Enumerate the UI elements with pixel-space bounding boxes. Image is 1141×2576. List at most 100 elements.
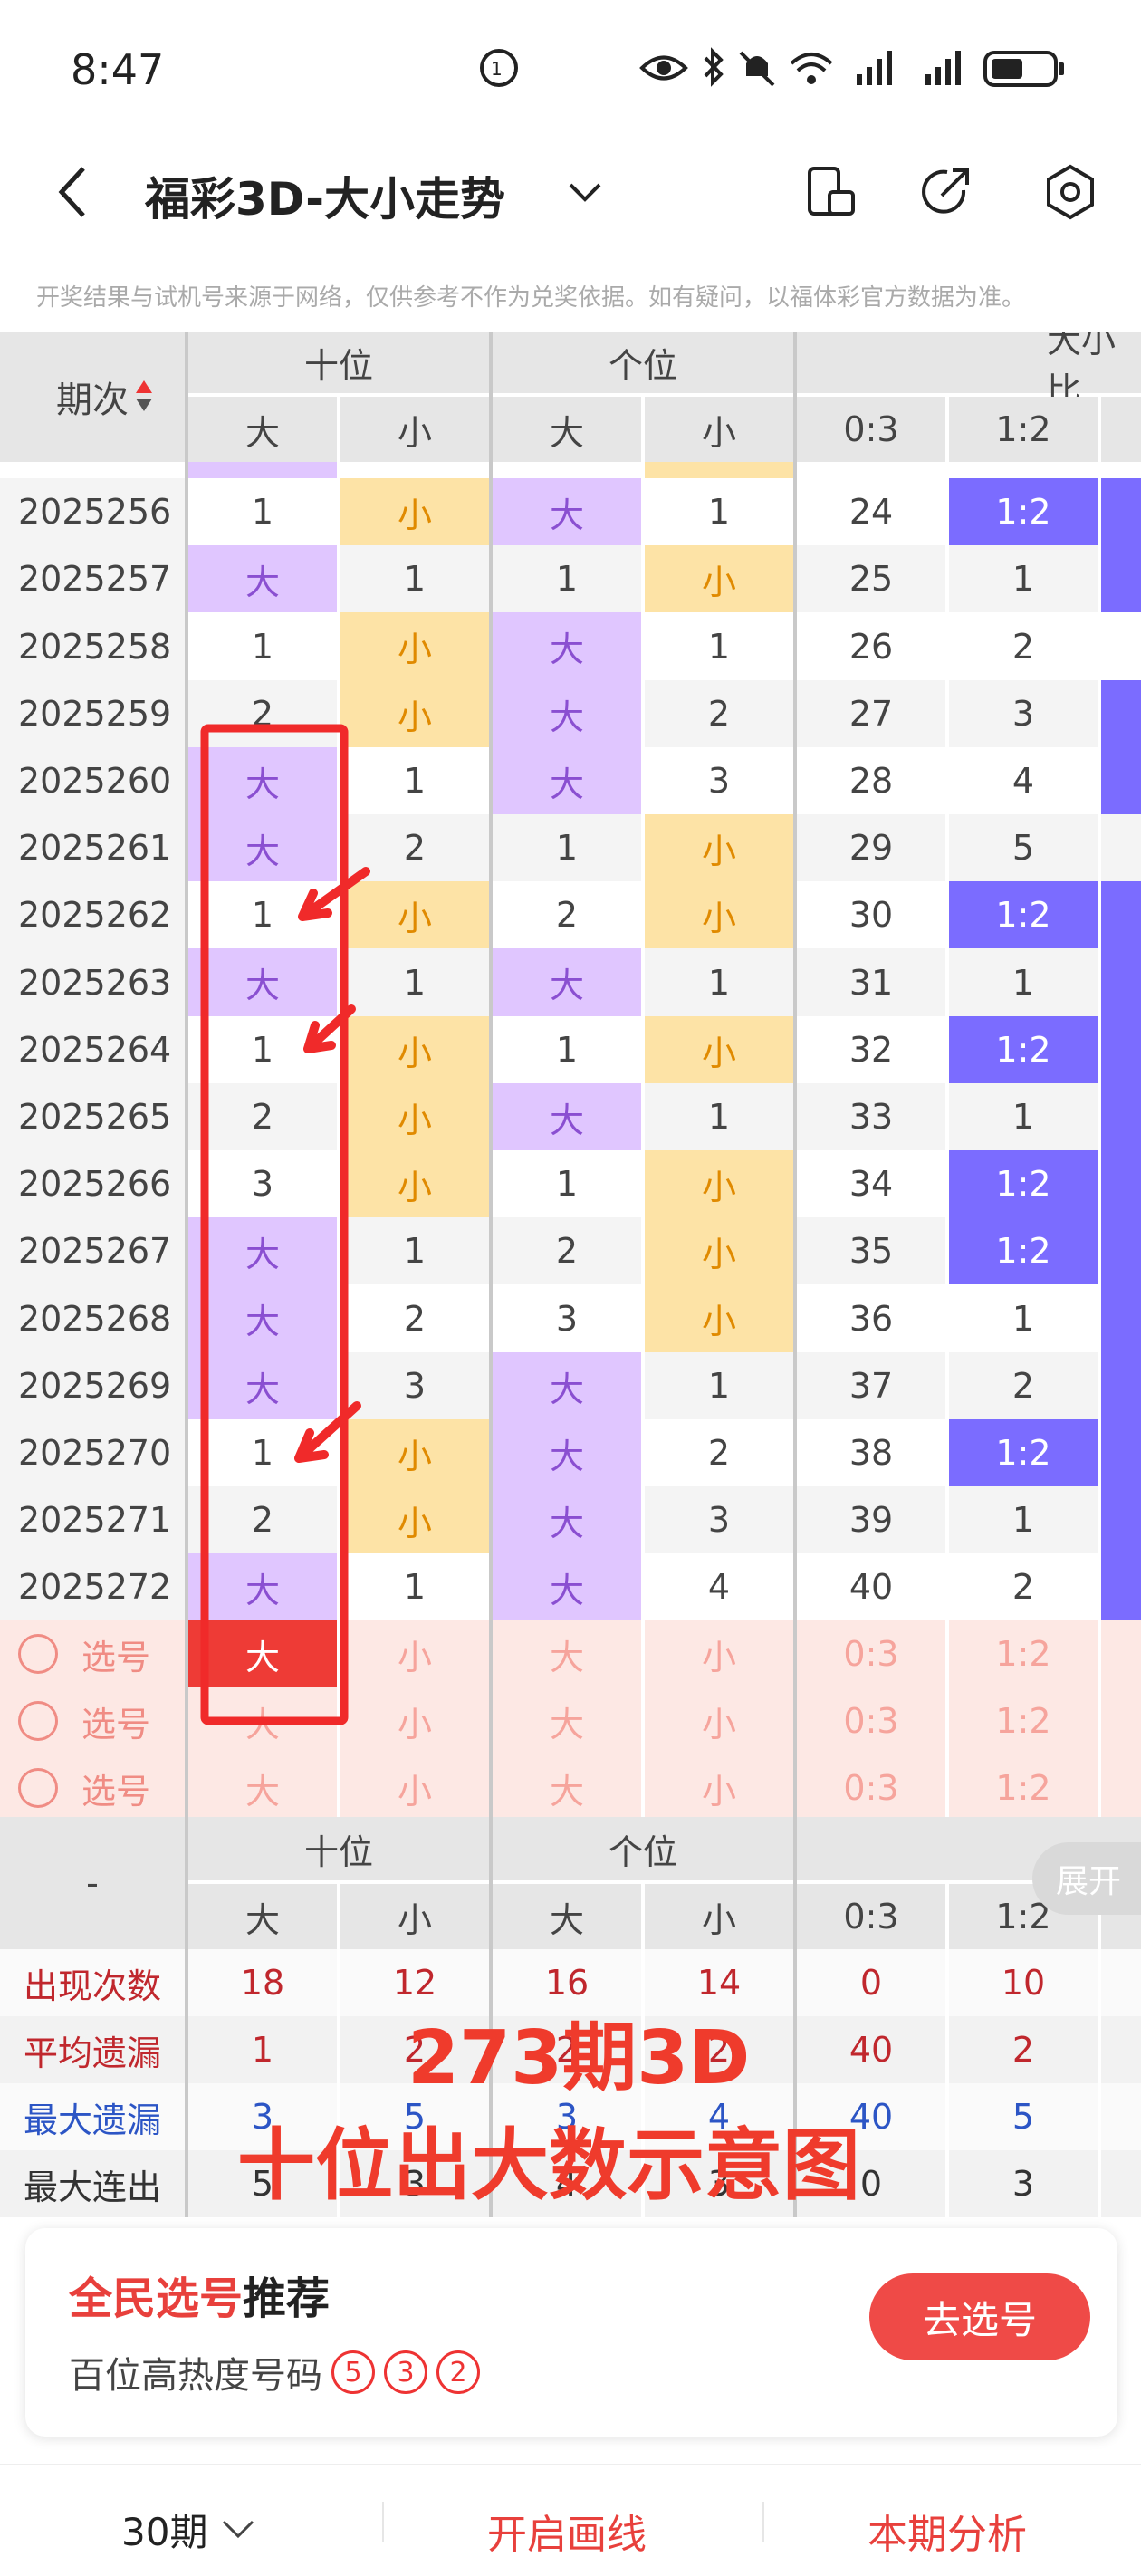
period-cell: 2025264 [0, 1016, 185, 1083]
pick-option[interactable]: 1:2 [949, 1620, 1098, 1687]
table-cell: 28 [797, 747, 945, 814]
hot-number: 2 [436, 2350, 480, 2394]
table-cell: 1:2 [949, 1150, 1098, 1217]
disclaimer-text: 开奖结果与试机号来源于网络，仅供参考不作为兑奖依据。如有疑问，以福体彩官方数据为… [36, 284, 1026, 312]
table-cell: 2 [340, 1284, 489, 1352]
promo-card: 全民选号推荐 百位高热度号码 5 3 2 去选号 [25, 2228, 1117, 2437]
pick-option[interactable]: 大 [493, 1754, 641, 1817]
table-cell: 3 [188, 1150, 337, 1217]
table-cell: 大 [493, 612, 641, 680]
pick-option[interactable]: 小 [645, 1687, 793, 1754]
radio-circle-icon[interactable] [18, 1768, 58, 1808]
table-cell: 27 [797, 680, 945, 747]
pick-option[interactable] [1101, 1687, 1141, 1754]
draw-lines-button[interactable]: 开启画线 [487, 2502, 647, 2560]
table-cell: 大 [493, 680, 641, 747]
table-cell: 大 [493, 478, 641, 545]
period-select[interactable]: 30期 [121, 2502, 256, 2557]
sort-icon[interactable] [134, 377, 154, 415]
table-cell: 小 [340, 612, 489, 680]
pick-option[interactable]: 小 [645, 1754, 793, 1817]
table-cell [1101, 881, 1141, 948]
page-title[interactable]: 福彩3D-大小走势 [145, 163, 505, 228]
table-cell: 大 [493, 1419, 641, 1486]
table-cell: 2 [493, 881, 641, 948]
period-cell: 2025258 [0, 612, 185, 680]
stats-value: 1 [188, 2016, 337, 2083]
table-cell: 大 [188, 1217, 337, 1284]
table-cell [188, 462, 337, 478]
stats-value: 18 [188, 1949, 337, 2016]
expand-button[interactable]: 展开 [1032, 1842, 1141, 1915]
period-analysis-button[interactable]: 本期分析 [868, 2502, 1027, 2560]
pick-option[interactable]: 小 [340, 1687, 489, 1754]
column-header: 0:3 [797, 1884, 945, 1949]
wifi-icon [790, 53, 833, 84]
radio-circle-icon[interactable] [18, 1634, 58, 1674]
stats-value: 0 [797, 1949, 945, 2016]
pick-option[interactable]: 0:3 [797, 1687, 945, 1754]
portrait-mode-icon[interactable] [804, 165, 858, 219]
trend-table[interactable]: 期次 十位 个位 大小比大小大小 0:3 1:2 2025256 1 小大 1 24 1:2 20252… [0, 332, 1141, 1817]
period-cell: 2025268 [0, 1284, 185, 1352]
svg-text:1: 1 [491, 58, 503, 80]
stats-value: 10 [949, 1949, 1098, 2016]
table-cell [1101, 612, 1141, 680]
pick-option[interactable]: 大 [188, 1620, 337, 1687]
pick-option[interactable]: 小 [340, 1754, 489, 1817]
pick-row-label[interactable]: 选号 [0, 1754, 185, 1817]
table-cell: 33 [797, 1083, 945, 1150]
pick-option[interactable]: 小 [645, 1620, 793, 1687]
mute-bell-icon [739, 51, 775, 87]
period-cell: 2025272 [0, 1553, 185, 1620]
settings-icon[interactable] [1041, 163, 1099, 221]
table-cell: 1:2 [949, 1016, 1098, 1083]
pick-option[interactable] [1101, 1620, 1141, 1687]
period-cell: 2025260 [0, 747, 185, 814]
app-screen: { "status_bar": {"time": "8:47"}, "heade… [0, 0, 1141, 2576]
column-header: 大 [493, 397, 641, 462]
pick-option[interactable]: 0:3 [797, 1620, 945, 1687]
table-cell [1101, 478, 1141, 545]
pick-option[interactable]: 大 [493, 1687, 641, 1754]
table-cell: 1 [949, 1284, 1098, 1352]
pick-option[interactable] [1101, 1754, 1141, 1817]
pick-row-label[interactable]: 选号 [0, 1687, 185, 1754]
share-icon[interactable] [918, 165, 973, 219]
table-cell: 大 [188, 1284, 337, 1352]
table-cell: 35 [797, 1217, 945, 1284]
table-cell: 24 [797, 478, 945, 545]
pick-option[interactable]: 0:3 [797, 1754, 945, 1817]
back-icon[interactable] [54, 165, 91, 219]
pick-row-label[interactable]: 选号 [0, 1620, 185, 1687]
period-cell: 2025257 [0, 545, 185, 612]
table-cell: 大 [188, 948, 337, 1016]
eye-icon [639, 55, 688, 81]
period-header[interactable]: 期次 [0, 332, 185, 462]
stats-value: 2 [949, 2016, 1098, 2083]
go-pick-button[interactable]: 去选号 [869, 2273, 1090, 2360]
table-cell [1101, 1486, 1141, 1553]
signal-icon-2 [925, 51, 961, 85]
pick-option[interactable]: 1:2 [949, 1687, 1098, 1754]
pick-option[interactable]: 小 [340, 1620, 489, 1687]
pick-option[interactable]: 大 [188, 1687, 337, 1754]
table-cell: 大 [493, 747, 641, 814]
column-header: 1:2 [949, 397, 1098, 462]
column-header: 0:3 [797, 397, 945, 462]
pick-option[interactable]: 1:2 [949, 1754, 1098, 1817]
stats-period-header: - [0, 1817, 185, 1949]
pick-option[interactable]: 大 [188, 1754, 337, 1817]
table-cell: 1 [188, 881, 337, 948]
table-cell: 1 [340, 1217, 489, 1284]
table-cell: 5 [949, 814, 1098, 881]
pick-option[interactable]: 大 [493, 1620, 641, 1687]
table-cell: 1 [645, 612, 793, 680]
table-cell: 29 [797, 814, 945, 881]
table-cell [1101, 1083, 1141, 1150]
table-cell: 小 [340, 1083, 489, 1150]
group-header: 大小比 [797, 332, 1141, 410]
chevron-down-icon[interactable] [567, 179, 603, 205]
radio-circle-icon[interactable] [18, 1701, 58, 1741]
period-cell: 2025256 [0, 478, 185, 545]
